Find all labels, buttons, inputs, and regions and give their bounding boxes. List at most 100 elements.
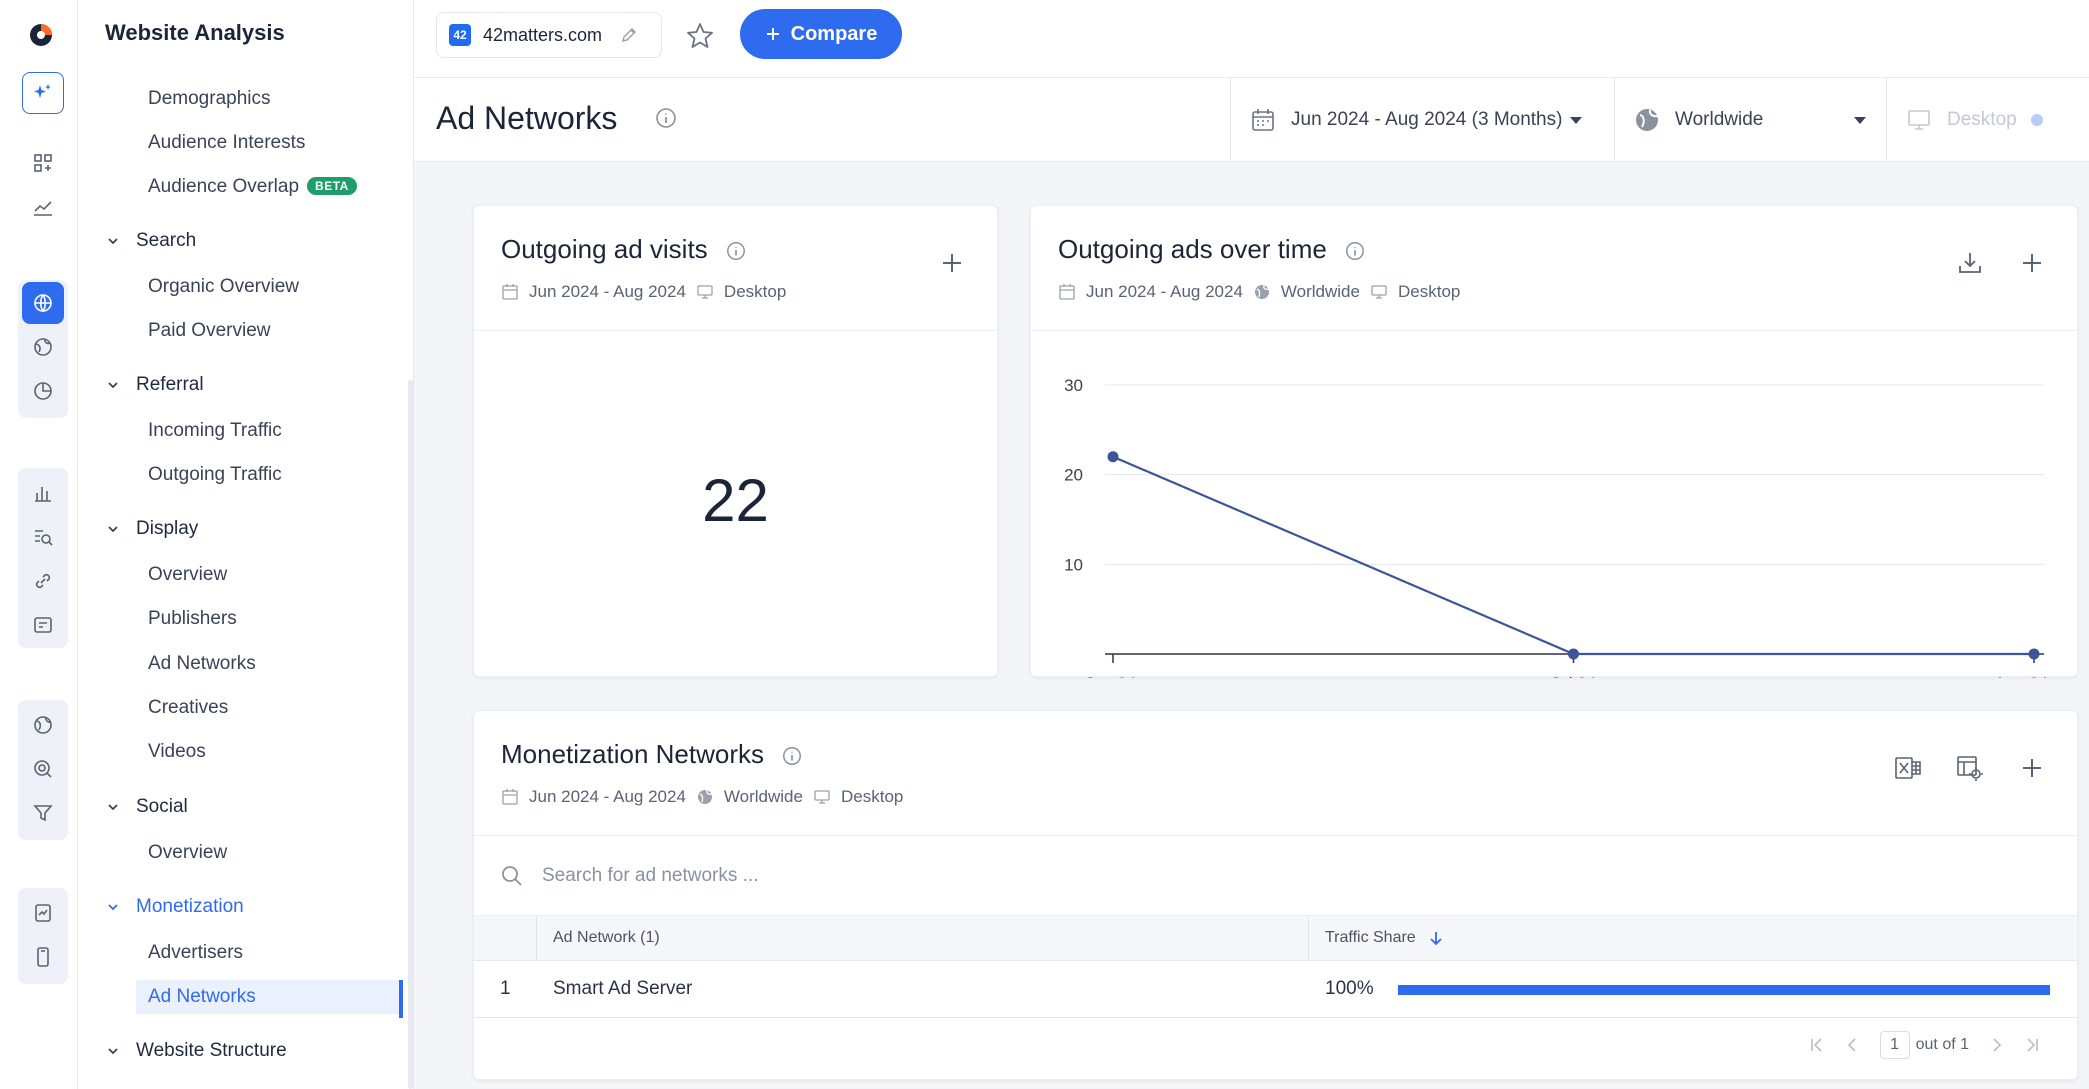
sidebar-section-display[interactable]: Display — [106, 518, 198, 540]
x-tick-label: Jun 24 — [1085, 674, 1136, 678]
meta-region: Worldwide — [1280, 282, 1360, 301]
card-meta: Jun 2024 - Aug 2024 Desktop — [501, 282, 786, 302]
plus-icon[interactable] — [2017, 248, 2047, 278]
plus-icon[interactable] — [937, 248, 967, 278]
y-tick-label: 30 — [1064, 376, 1083, 395]
search-row — [474, 836, 2077, 916]
plus-icon[interactable] — [2017, 753, 2047, 783]
card-title: Outgoing ad visits — [501, 234, 747, 265]
meta-device: Desktop — [723, 282, 787, 301]
ai-assistant-icon[interactable] — [22, 72, 64, 114]
previous-page-icon[interactable] — [1844, 1036, 1862, 1054]
sidebar-item-publishers[interactable]: Publishers — [148, 608, 237, 630]
info-icon[interactable] — [654, 106, 678, 130]
chevron-down-icon — [108, 238, 118, 245]
sidebar-section-social[interactable]: Social — [106, 796, 188, 818]
card-title-text: Monetization Networks — [501, 739, 764, 769]
last-page-icon[interactable] — [2023, 1036, 2041, 1054]
region-filter[interactable]: Worldwide — [1614, 78, 1886, 162]
sidebar-item-advertisers[interactable]: Advertisers — [148, 942, 243, 964]
meta-device: Desktop — [840, 787, 904, 806]
sidebar-scrollbar[interactable] — [408, 380, 413, 1089]
table-header: Ad Network (1) Traffic Share — [474, 916, 2077, 961]
sidebar-item-organic-overview[interactable]: Organic Overview — [148, 276, 299, 298]
desktop-icon — [697, 285, 713, 299]
sidebar-section-website-structure[interactable]: Website Structure — [106, 1040, 287, 1062]
mobile-app-icon[interactable] — [22, 936, 64, 978]
table-settings-icon[interactable] — [1955, 753, 1985, 783]
sidebar-section-search[interactable]: Search — [106, 230, 196, 252]
chevron-down-icon — [108, 904, 118, 911]
sidebar-item-creatives[interactable]: Creatives — [148, 697, 228, 719]
ads-icon[interactable] — [22, 604, 64, 646]
sidebar-item-display-ad-networks[interactable]: Ad Networks — [148, 653, 256, 675]
market-globe-icon[interactable] — [22, 704, 64, 746]
date-range-filter[interactable]: Jun 2024 - Aug 2024 (3 Months) — [1230, 78, 1614, 162]
sidebar-section-label: Display — [136, 518, 199, 539]
funnel-icon[interactable] — [22, 792, 64, 834]
site-name: 42matters.com — [483, 24, 603, 45]
sidebar-item-demographics[interactable]: Demographics — [148, 88, 271, 110]
table-row[interactable]: 1 Smart Ad Server 100% — [474, 961, 2077, 1018]
sidebar-item-paid-overview[interactable]: Paid Overview — [148, 320, 271, 342]
info-icon[interactable] — [725, 240, 747, 262]
sort-down-arrow-icon — [1430, 932, 1442, 946]
pencil-icon[interactable] — [620, 26, 638, 44]
link-icon[interactable] — [22, 560, 64, 602]
keyword-search-icon[interactable] — [22, 748, 64, 790]
sidebar-item-incoming-traffic[interactable]: Incoming Traffic — [148, 420, 282, 442]
calendar-icon — [502, 789, 518, 805]
date-range-value: Jun 2024 - Aug 2024 (3 Months) — [1291, 109, 1563, 130]
sidebar-section-label: Search — [136, 230, 197, 251]
star-icon[interactable] — [684, 20, 716, 52]
chevron-down-icon — [108, 804, 118, 811]
dashboard-icon[interactable] — [22, 142, 64, 184]
site-selector[interactable]: 42 42matters.com — [436, 12, 662, 58]
sidebar-item-audience-interests[interactable]: Audience Interests — [148, 132, 305, 154]
desktop-icon — [1908, 110, 1930, 130]
plus-icon — [766, 28, 779, 40]
column-header-traffic-share[interactable]: Traffic Share — [1325, 929, 1444, 947]
sidebar-section-monetization[interactable]: Monetization — [106, 896, 244, 918]
next-page-icon[interactable] — [1987, 1036, 2005, 1054]
info-icon[interactable] — [781, 745, 803, 767]
caret-down-icon — [1570, 116, 1583, 124]
sidebar-item-ad-networks[interactable]: Ad Networks — [136, 980, 401, 1014]
sidebar-item-outgoing-traffic[interactable]: Outgoing Traffic — [148, 464, 282, 486]
list-search-icon[interactable] — [22, 516, 64, 558]
monetization-networks-card: Monetization Networks Jun 2024 - Aug 202… — [473, 710, 2078, 1080]
bar-chart-icon[interactable] — [22, 472, 64, 514]
device-value: Desktop — [1947, 109, 2017, 130]
sidebar-item-videos[interactable]: Videos — [148, 741, 206, 763]
sidebar-section-label: Referral — [136, 374, 204, 395]
page-number-input[interactable]: 1 — [1879, 1031, 1910, 1059]
ad-network-search-input[interactable] — [542, 858, 1242, 894]
first-page-icon[interactable] — [1808, 1036, 1826, 1054]
calendar-icon — [1059, 284, 1075, 300]
region-value: Worldwide — [1675, 109, 1764, 130]
card-meta: Jun 2024 - Aug 2024 Worldwide Desktop — [1058, 282, 1460, 302]
sidebar-item-display-overview[interactable]: Overview — [148, 564, 227, 586]
pie-chart-icon[interactable] — [22, 370, 64, 412]
compare-button[interactable]: Compare — [740, 9, 902, 59]
sidebar-item-audience-overlap[interactable]: Audience Overlap BETA — [148, 176, 357, 198]
x-tick-label: Aug 24 — [1994, 674, 2048, 678]
web-research-icon[interactable] — [22, 326, 64, 368]
icon-rail — [0, 0, 78, 1089]
trend-icon[interactable] — [22, 186, 64, 228]
column-header-ad-network[interactable]: Ad Network (1) — [553, 929, 660, 947]
similarweb-logo-icon[interactable] — [28, 22, 54, 48]
navigation-sidebar: Website Analysis Demographics Audience I… — [78, 0, 414, 1089]
sidebar-item-social-overview[interactable]: Overview — [148, 842, 227, 864]
card-header: Monetization Networks Jun 2024 - Aug 202… — [474, 711, 2077, 836]
report-icon[interactable] — [22, 892, 64, 934]
download-icon[interactable] — [1955, 248, 1985, 278]
globe-icon[interactable] — [22, 282, 64, 324]
row-network-name[interactable]: Smart Ad Server — [553, 978, 692, 1000]
device-filter[interactable]: Desktop — [1886, 78, 2089, 162]
info-icon[interactable] — [1344, 240, 1366, 262]
sidebar-section-referral[interactable]: Referral — [106, 374, 204, 396]
globe-icon — [1636, 109, 1659, 131]
excel-export-icon[interactable] — [1893, 753, 1923, 783]
calendar-icon — [1252, 109, 1274, 131]
